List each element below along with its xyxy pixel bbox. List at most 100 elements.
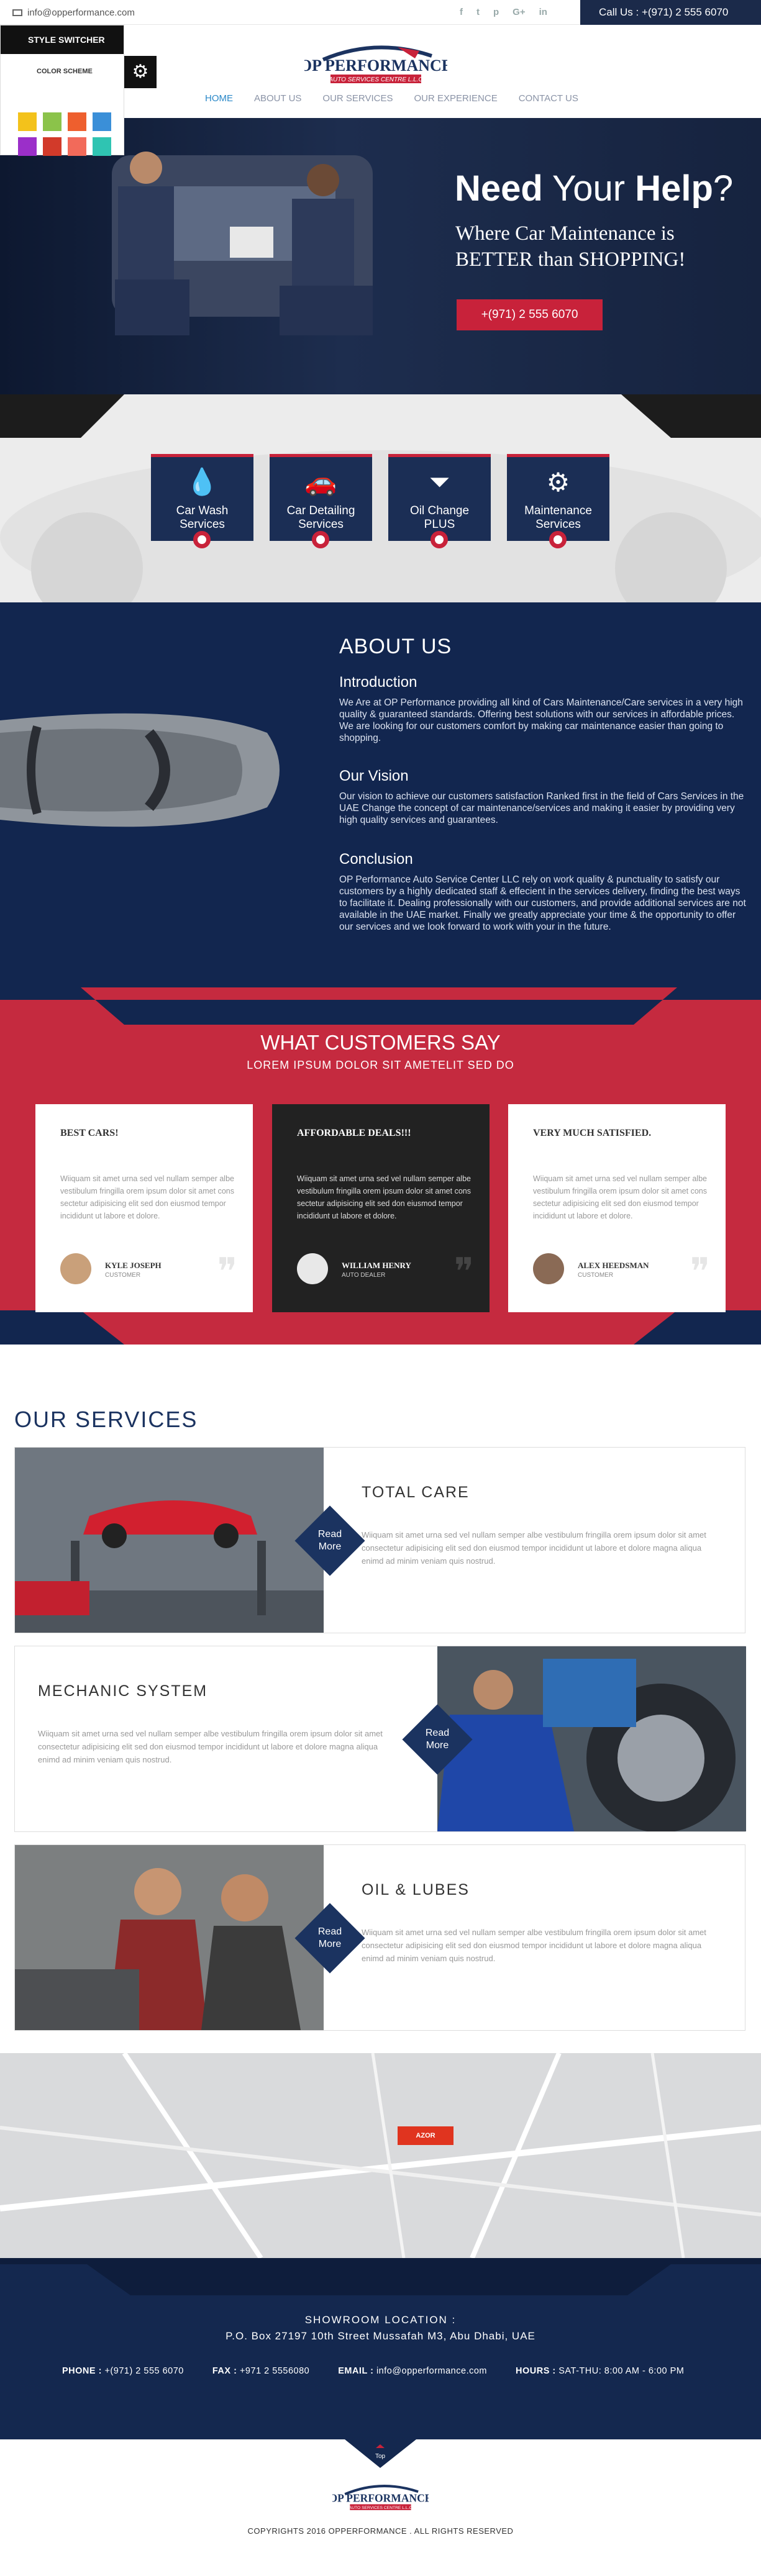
car-top-view-image: [0, 713, 280, 827]
testimonials-tagline: LOREM IPSUM DOLOR SIT AMETELIT SED DO: [247, 1059, 514, 1071]
service-title: OIL & LUBES: [362, 1881, 470, 1898]
our-services-title: OUR SERVICES: [14, 1407, 198, 1432]
style-switcher-panel: STYLE SWITCHER COLOR SCHEME: [0, 25, 124, 156]
car-icon: 🚗: [304, 467, 337, 496]
testimonial-role: CUSTOMER: [105, 1272, 141, 1279]
color-swatch[interactable]: [18, 112, 37, 131]
linkedin-icon[interactable]: in: [539, 7, 547, 17]
email-text: info@opperformance.com: [27, 7, 135, 18]
nav-home[interactable]: HOME: [205, 93, 233, 104]
gear-icon[interactable]: ⚙: [124, 56, 157, 88]
intro-text: We Are at OP Performance providing all k…: [339, 697, 743, 743]
avatar: [533, 1253, 564, 1284]
color-swatch[interactable]: [93, 137, 111, 156]
color-swatch[interactable]: [43, 112, 62, 131]
about-title: ABOUT US: [339, 635, 452, 658]
service-card-oil-lubes: Read More OIL & LUBES Wiiquam sit amet ur…: [14, 1844, 745, 2031]
showroom-address: P.O. Box 27197 10th Street Mussafah M3, …: [226, 2330, 535, 2342]
vision-text: Our vision to achieve our customers sati…: [339, 791, 744, 825]
color-swatch[interactable]: [93, 112, 111, 131]
testimonial-body: Wiiquam sit amet urna sed vel nullam sem…: [533, 1174, 707, 1220]
service-card-total-care: Read More TOTAL CARE Wiiquam sit amet urn…: [14, 1447, 745, 1633]
service-box-car-wash[interactable]: 💧 Car Wash Services: [151, 454, 253, 548]
social-links: f t p G+ in: [460, 7, 547, 17]
engine-icon: ⚙: [546, 468, 570, 497]
service-box-car-detailing[interactable]: 🚗 Car Detailing Services: [270, 454, 372, 548]
nav-our-experience[interactable]: OUR EXPERIENCE: [414, 93, 498, 104]
color-swatch[interactable]: [68, 112, 86, 131]
facebook-icon[interactable]: f: [460, 7, 463, 17]
testimonial-card: AFFORDABLE DEALS!!! Wiiquam sit amet urn…: [272, 1104, 490, 1312]
footer-bottom: Top OP PERFORMANCE AUTO SERVICES CENTRE …: [0, 2439, 761, 2576]
back-to-top-button[interactable]: Top: [345, 2439, 416, 2468]
band-background: [0, 394, 761, 602]
funnel-icon: ⏷: [429, 467, 450, 496]
about-section: ABOUT US Introduction We Are at OP Perfo…: [0, 602, 761, 987]
color-swatch[interactable]: [68, 137, 86, 156]
indicator-dot: [549, 531, 567, 548]
nav-about-us[interactable]: ABOUT US: [254, 93, 301, 104]
hero-subtitle: Where Car Maintenance is BETTER than SHOP…: [455, 222, 686, 271]
testimonial-card: BEST CARS! Wiiquam sit amet urna sed vel…: [35, 1104, 253, 1312]
indicator-dot: [312, 531, 329, 548]
conclusion-heading: Conclusion: [339, 851, 413, 868]
testimonial-title: VERY MUCH SATISFIED.: [533, 1128, 652, 1138]
quote-icon: ❞: [690, 1251, 710, 1292]
showroom-heading: SHOWROOM LOCATION :: [304, 2314, 457, 2326]
nav-our-services[interactable]: OUR SERVICES: [322, 93, 393, 104]
color-swatch[interactable]: [43, 137, 62, 156]
indicator-dot: [431, 531, 448, 548]
svg-text:OP PERFORMANCE: OP PERFORMANCE: [332, 2492, 429, 2504]
contact-details: PHONE : +(971) 2 555 6070 FAX : +971 2 5…: [62, 2366, 685, 2376]
service-text: Wiiquam sit amet urna sed vel nullam sem…: [38, 1729, 383, 1764]
testimonial-title: AFFORDABLE DEALS!!!: [297, 1128, 411, 1138]
google-plus-icon[interactable]: G+: [513, 7, 525, 17]
color-swatch[interactable]: [18, 137, 37, 156]
service-box-oil-change[interactable]: ⏷ Oil Change PLUS: [388, 454, 491, 548]
logo[interactable]: OP PERFORMANCE AUTO SERVICES CENTRE L.L.…: [304, 42, 447, 86]
indicator-dot: [193, 531, 211, 548]
testimonial-name: WILLIAM HENRY: [342, 1261, 411, 1270]
map-streets: [0, 2053, 761, 2258]
testimonials-title: WHAT CUSTOMERS SAY: [260, 1031, 501, 1054]
service-icons-band: 💧 Car Wash Services 🚗 Car Detailing Servic…: [0, 394, 761, 602]
footer-top-shape: [0, 2258, 761, 2295]
phone-value[interactable]: +(971) 2 555 6070: [104, 2366, 183, 2376]
top-bar: info@opperformance.com f t p G+ in Call …: [0, 0, 761, 25]
intro-heading: Introduction: [339, 674, 417, 691]
twitter-icon[interactable]: t: [476, 7, 480, 17]
svg-text:AUTO SERVICES CENTRE L.L.C: AUTO SERVICES CENTRE L.L.C: [349, 2506, 412, 2510]
hero-phone-button[interactable]: +(971) 2 555 6070: [457, 299, 603, 330]
style-switcher-title: STYLE SWITCHER: [1, 25, 124, 54]
testimonial-name: ALEX HEEDSMAN: [578, 1261, 649, 1270]
service-text: Wiiquam sit amet urna sed vel nullam sem…: [362, 1928, 706, 1963]
testimonial-card: VERY MUCH SATISFIED. Wiiquam sit amet ur…: [508, 1104, 726, 1312]
mechanic-tire-image: [437, 1646, 746, 1831]
main-nav: HOME ABOUT US OUR SERVICES OUR EXPERIENC…: [205, 93, 578, 104]
service-title: MECHANIC SYSTEM: [38, 1682, 208, 1700]
testimonial-body: Wiiquam sit amet urna sed vel nullam sem…: [297, 1174, 471, 1220]
hero-title: Need Your Help?: [455, 168, 734, 209]
service-card-mechanic-system: MECHANIC SYSTEM Wiiquam sit amet urna se…: [14, 1646, 746, 1832]
pinterest-icon[interactable]: p: [493, 7, 499, 17]
map-marker[interactable]: AZOR: [398, 2126, 453, 2145]
service-title: TOTAL CARE: [362, 1484, 470, 1501]
testimonials-section: WHAT CUSTOMERS SAY LOREM IPSUM DOLOR SIT…: [0, 987, 761, 1345]
call-us-box[interactable]: Call Us : +(971) 2 555 6070: [580, 0, 761, 25]
color-scheme-label: COLOR SCHEME: [37, 68, 93, 75]
quote-icon: ❞: [217, 1251, 237, 1292]
email-link[interactable]: info@opperformance.com: [12, 7, 135, 18]
fax-value: +971 2 5556080: [239, 2366, 310, 2376]
hours-value: SAT-THU: 8:00 AM - 6:00 PM: [558, 2366, 685, 2376]
service-box-maintenance[interactable]: ⚙ Maintenance Services: [507, 454, 609, 548]
car-lift-image: [15, 1448, 324, 1633]
footer-contact: SHOWROOM LOCATION : P.O. Box 27197 10th …: [0, 2258, 761, 2439]
testimonial-role: CUSTOMER: [578, 1272, 614, 1279]
mechanics-image: [112, 152, 373, 335]
logo-title: OP PERFORMANCE: [304, 57, 447, 75]
top-label: Top: [375, 2453, 386, 2460]
envelope-icon: [12, 9, 22, 16]
location-map[interactable]: AZOR: [0, 2053, 761, 2258]
nav-contact-us[interactable]: CONTACT US: [519, 93, 578, 104]
email-value[interactable]: info@opperformance.com: [376, 2366, 487, 2376]
